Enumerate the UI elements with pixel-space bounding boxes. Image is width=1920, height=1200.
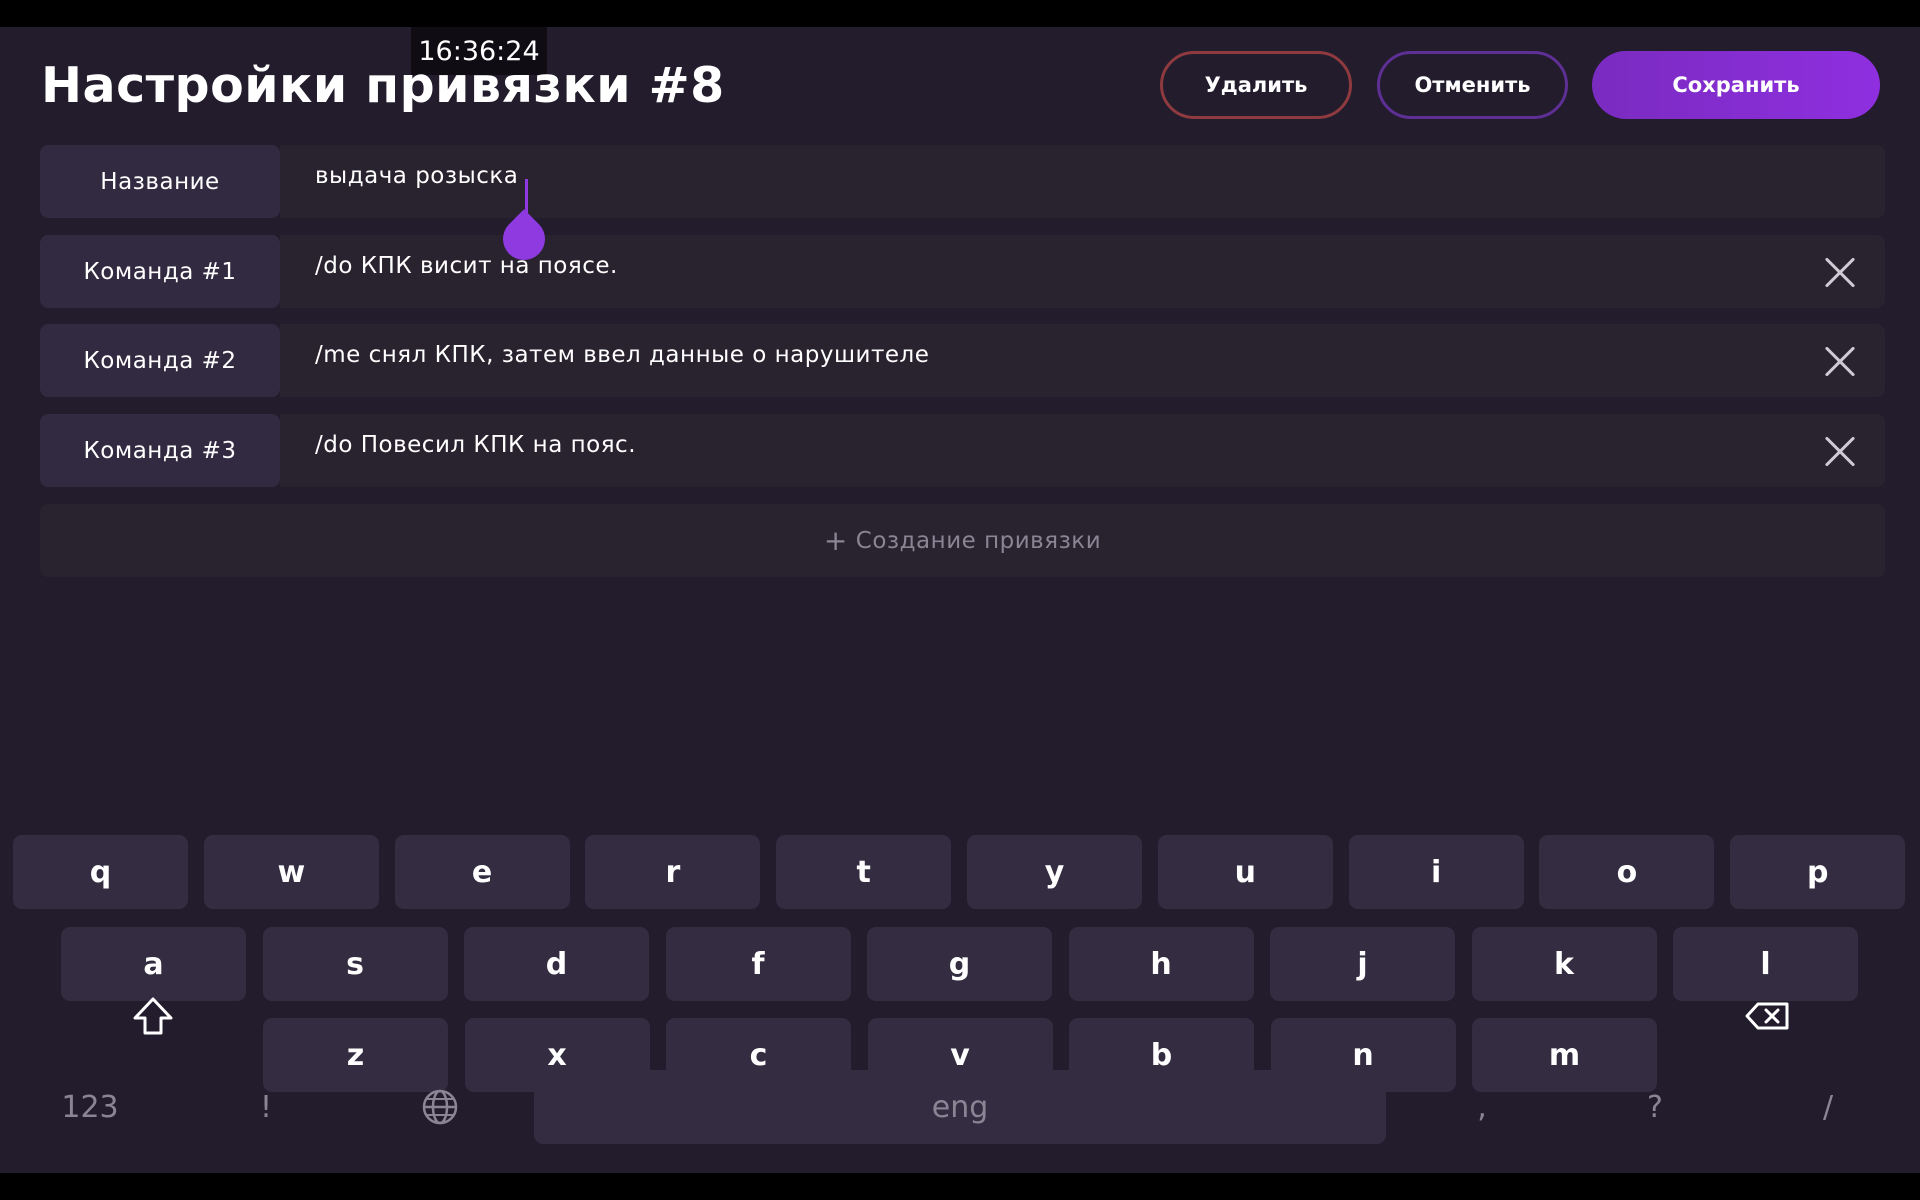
command-1-value[interactable]: /do КПК висит на поясе.	[315, 253, 618, 279]
key-r[interactable]: r	[585, 835, 761, 909]
key-o[interactable]: o	[1539, 835, 1715, 909]
key-p[interactable]: p	[1730, 835, 1906, 909]
key-y[interactable]: y	[967, 835, 1142, 909]
close-icon[interactable]	[1823, 435, 1857, 469]
key-k[interactable]: k	[1471, 927, 1657, 1001]
row-label: Команда #1	[40, 235, 280, 308]
shift-icon	[133, 997, 173, 1035]
page-title: Настройки привязки #8	[41, 57, 725, 114]
key-s[interactable]: s	[262, 927, 448, 1001]
key-f[interactable]: f	[665, 927, 851, 1001]
comma-key[interactable]: ,	[1437, 1070, 1527, 1144]
command-3-value[interactable]: /do Повесил КПК на пояс.	[315, 432, 636, 458]
key-w[interactable]: w	[203, 835, 379, 909]
exclaim-key[interactable]: !	[221, 1070, 311, 1144]
close-icon[interactable]	[1823, 345, 1857, 379]
create-binding-button[interactable]: + Создание привязки	[40, 504, 1885, 577]
globe-icon	[422, 1089, 458, 1125]
globe-key[interactable]	[395, 1070, 485, 1144]
row-label: Команда #2	[40, 324, 280, 397]
key-q[interactable]: q	[13, 835, 188, 909]
slash-key[interactable]: /	[1783, 1070, 1873, 1144]
on-screen-keyboard: qwertyuiop asdfghjkl zxcvbnm 123 ! eng ,…	[0, 802, 1920, 1173]
key-t[interactable]: t	[776, 835, 952, 909]
key-d[interactable]: d	[464, 927, 649, 1001]
cancel-button[interactable]: Отменить	[1377, 51, 1568, 119]
form-row-name: Название выдача розыска	[40, 145, 1885, 218]
form-row-command-1: Команда #1 /do КПК висит на поясе.	[40, 235, 1885, 308]
create-binding-label: Создание привязки	[855, 527, 1102, 554]
plus-icon: +	[823, 524, 848, 557]
backspace-icon	[1745, 1002, 1789, 1030]
row-label: Название	[40, 145, 280, 218]
name-input[interactable]	[280, 145, 1885, 218]
command-2-value[interactable]: /me снял КПК, затем ввел данные о наруши…	[315, 342, 929, 368]
form-row-command-3: Команда #3 /do Повесил КПК на пояс.	[40, 414, 1885, 487]
shift-key[interactable]	[110, 979, 196, 1053]
name-input-value[interactable]: выдача розыска	[315, 163, 518, 189]
space-key[interactable]: eng	[534, 1070, 1386, 1144]
key-u[interactable]: u	[1157, 835, 1333, 909]
key-j[interactable]: j	[1270, 927, 1455, 1001]
close-icon[interactable]	[1823, 256, 1857, 290]
key-e[interactable]: e	[394, 835, 570, 909]
key-g[interactable]: g	[867, 927, 1052, 1001]
key-i[interactable]: i	[1348, 835, 1524, 909]
numbers-key[interactable]: 123	[45, 1070, 135, 1144]
row-label: Команда #3	[40, 414, 280, 487]
save-button[interactable]: Сохранить	[1592, 51, 1880, 119]
delete-button[interactable]: Удалить	[1160, 51, 1352, 119]
backspace-key[interactable]	[1724, 979, 1810, 1053]
form-row-command-2: Команда #2 /me снял КПК, затем ввел данн…	[40, 324, 1885, 397]
app-screen: 16:36:24 Настройки привязки #8 Удалить О…	[0, 27, 1920, 1173]
key-h[interactable]: h	[1068, 927, 1254, 1001]
question-key[interactable]: ?	[1610, 1070, 1700, 1144]
